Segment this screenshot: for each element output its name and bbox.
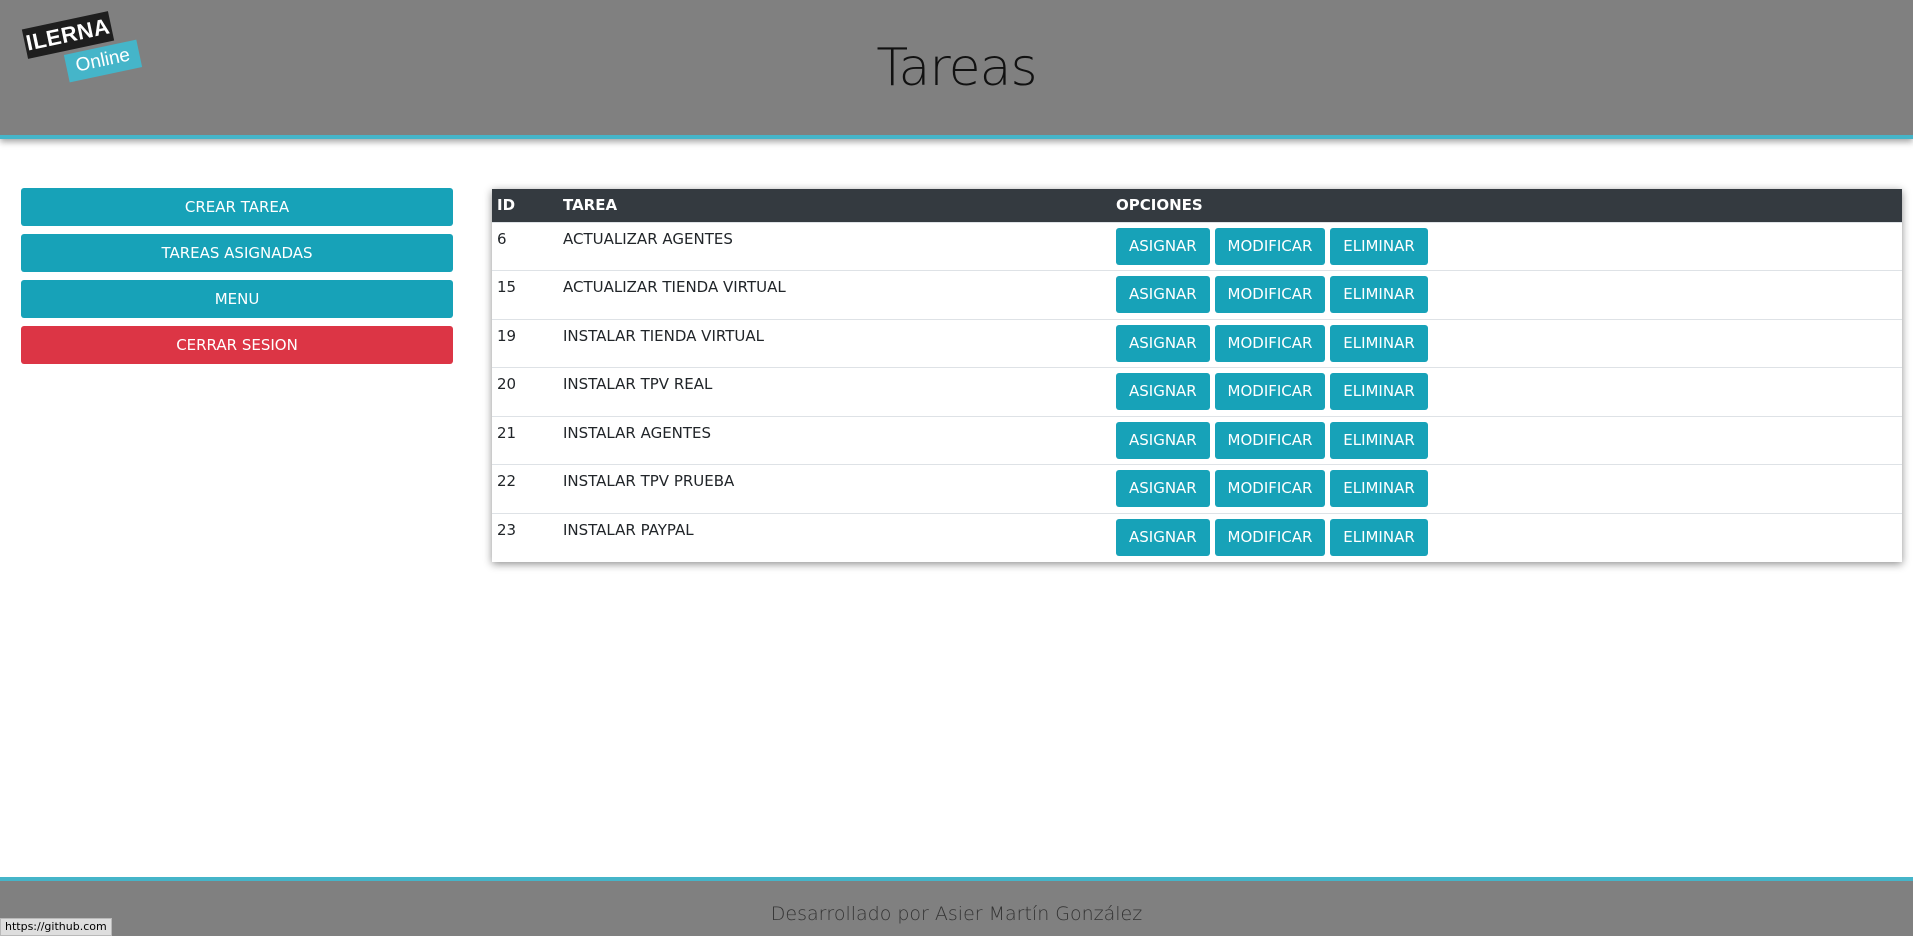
modificar-button[interactable]: MODIFICAR [1214,227,1326,265]
tasks-table-container: ID TAREA OPCIONES 6 ACTUALIZAR AGENTES A… [492,189,1902,562]
table-header-row: ID TAREA OPCIONES [492,189,1902,222]
asignar-button[interactable]: ASIGNAR [1116,421,1210,459]
eliminar-button[interactable]: ELIMINAR [1330,518,1428,556]
task-options: ASIGNAR MODIFICAR ELIMINAR [1111,319,1902,368]
task-options: ASIGNAR MODIFICAR ELIMINAR [1111,368,1902,417]
eliminar-button[interactable]: ELIMINAR [1330,421,1428,459]
table-row: 15 ACTUALIZAR TIENDA VIRTUAL ASIGNAR MOD… [492,270,1902,320]
tareas-asignadas-button[interactable]: TAREAS ASIGNADAS [21,234,453,272]
eliminar-button[interactable]: ELIMINAR [1330,324,1428,362]
table-body: 6 ACTUALIZAR AGENTES ASIGNAR MODIFICAR E… [492,222,1902,562]
modificar-button[interactable]: MODIFICAR [1214,276,1326,313]
task-options: ASIGNAR MODIFICAR ELIMINAR [1111,513,1902,562]
column-header-id: ID [497,196,516,215]
crear-tarea-button[interactable]: CREAR TAREA [21,188,453,226]
table-row: 22 INSTALAR TPV PRUEBA ASIGNAR MODIFICAR… [492,464,1902,514]
modificar-button[interactable]: MODIFICAR [1214,324,1326,362]
asignar-button[interactable]: ASIGNAR [1116,518,1210,556]
task-id: 6 [497,229,507,248]
task-id: 21 [497,423,517,442]
cerrar-sesion-button[interactable]: CERRAR SESION [21,326,453,364]
task-name: INSTALAR AGENTES [563,423,712,442]
tasks-table: ID TAREA OPCIONES 6 ACTUALIZAR AGENTES A… [492,189,1902,562]
task-options: ASIGNAR MODIFICAR ELIMINAR [1111,465,1902,514]
task-name: INSTALAR PAYPAL [563,520,694,539]
task-options: ASIGNAR MODIFICAR ELIMINAR [1111,416,1902,465]
eliminar-button[interactable]: ELIMINAR [1330,276,1428,313]
footer-credit: Desarrollado por Asier Martín González [770,903,1143,925]
task-id: 22 [497,472,517,490]
task-id: 19 [497,326,517,345]
modificar-button[interactable]: MODIFICAR [1214,421,1326,459]
eliminar-button[interactable]: ELIMINAR [1330,470,1428,507]
column-header-tarea: TAREA [563,196,618,215]
task-name: INSTALAR TIENDA VIRTUAL [563,326,764,345]
table-row: 21 INSTALAR AGENTES ASIGNAR MODIFICAR EL… [492,416,1902,465]
page-header: ILERNA Online Tareas [0,0,1913,139]
eliminar-button[interactable]: ELIMINAR [1330,227,1428,265]
task-id: 15 [497,278,517,296]
asignar-button[interactable]: ASIGNAR [1116,470,1210,507]
modificar-button[interactable]: MODIFICAR [1214,518,1326,556]
table-row: 6 ACTUALIZAR AGENTES ASIGNAR MODIFICAR E… [492,222,1902,271]
task-id: 23 [497,520,517,539]
task-options: ASIGNAR MODIFICAR ELIMINAR [1111,271,1902,320]
column-header-opciones: OPCIONES [1116,196,1203,215]
eliminar-button[interactable]: ELIMINAR [1330,373,1428,410]
page-footer: Desarrollado por Asier Martín González [0,877,1913,936]
task-name: INSTALAR TPV REAL [563,375,713,393]
modificar-button[interactable]: MODIFICAR [1214,373,1326,410]
modificar-button[interactable]: MODIFICAR [1214,470,1326,507]
asignar-button[interactable]: ASIGNAR [1116,276,1210,313]
page-title: Tareas [876,38,1037,98]
status-bar-url: https://github.com [0,918,112,936]
asignar-button[interactable]: ASIGNAR [1116,227,1210,265]
menu-button[interactable]: MENU [21,280,453,318]
asignar-button[interactable]: ASIGNAR [1116,324,1210,362]
sidebar: CREAR TAREA TAREAS ASIGNADAS MENU CERRAR… [21,188,453,372]
asignar-button[interactable]: ASIGNAR [1116,373,1210,410]
table-row: 19 INSTALAR TIENDA VIRTUAL ASIGNAR MODIF… [492,319,1902,368]
task-options: ASIGNAR MODIFICAR ELIMINAR [1111,222,1902,271]
table-row: 23 INSTALAR PAYPAL ASIGNAR MODIFICAR ELI… [492,513,1902,562]
task-name: ACTUALIZAR AGENTES [563,229,733,248]
task-id: 20 [497,375,517,393]
table-row: 20 INSTALAR TPV REAL ASIGNAR MODIFICAR E… [492,367,1902,417]
task-name: ACTUALIZAR TIENDA VIRTUAL [563,278,786,296]
task-name: INSTALAR TPV PRUEBA [563,472,735,490]
